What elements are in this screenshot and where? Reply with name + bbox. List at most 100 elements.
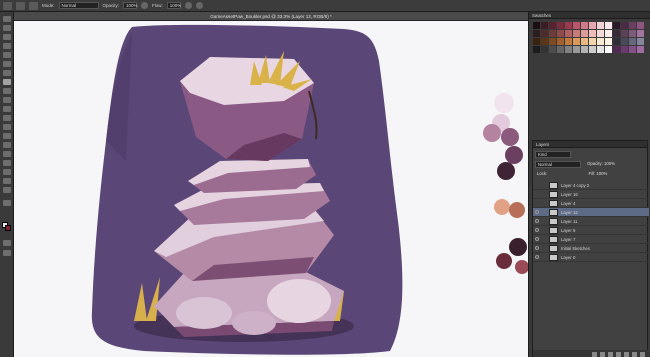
trash-icon[interactable]	[640, 352, 645, 357]
swatch-1[interactable]	[541, 22, 548, 29]
fill-input[interactable]: 100%	[596, 171, 607, 176]
swatch-32[interactable]	[565, 38, 572, 45]
swatch-13[interactable]	[637, 22, 644, 29]
eye-icon[interactable]	[535, 255, 539, 259]
link-layers-icon[interactable]	[592, 352, 597, 357]
eye-icon[interactable]	[535, 228, 539, 232]
fx-icon[interactable]	[600, 352, 605, 357]
swatch-19[interactable]	[573, 30, 580, 37]
swatch-28[interactable]	[533, 38, 540, 45]
swatch-20[interactable]	[581, 30, 588, 37]
eyedropper-tool-icon[interactable]	[3, 61, 11, 67]
swatch-55[interactable]	[637, 46, 644, 53]
flow-input[interactable]: 100%	[166, 2, 181, 9]
quick-mask-icon[interactable]	[3, 240, 11, 246]
swatch-43[interactable]	[541, 46, 548, 53]
brush-tool-icon[interactable]	[3, 79, 11, 85]
swatch-46[interactable]	[565, 46, 572, 53]
swatch-10[interactable]	[613, 22, 620, 29]
layer-opacity-input[interactable]: 100%	[604, 161, 615, 166]
background-color-swatch[interactable]	[5, 225, 11, 231]
swatch-42[interactable]	[533, 46, 540, 53]
healing-tool-icon[interactable]	[3, 70, 11, 76]
swatch-41[interactable]	[637, 38, 644, 45]
pen-tool-icon[interactable]	[3, 142, 11, 148]
swatch-48[interactable]	[581, 46, 588, 53]
swatch-53[interactable]	[621, 46, 628, 53]
type-tool-icon[interactable]	[3, 151, 11, 157]
layer-row[interactable]: Layer 7	[533, 235, 649, 244]
dodge-tool-icon[interactable]	[3, 133, 11, 139]
swatch-39[interactable]	[621, 38, 628, 45]
swatch-21[interactable]	[589, 30, 596, 37]
swatch-50[interactable]	[597, 46, 604, 53]
gradient-tool-icon[interactable]	[3, 115, 11, 121]
swatch-9[interactable]	[605, 22, 612, 29]
mode-select[interactable]: Normal	[58, 2, 99, 9]
swatch-49[interactable]	[589, 46, 596, 53]
blur-tool-icon[interactable]	[3, 124, 11, 130]
eye-icon[interactable]	[535, 246, 539, 250]
opacity-input[interactable]: 100%	[123, 2, 138, 9]
swatch-30[interactable]	[549, 38, 556, 45]
swatch-7[interactable]	[589, 22, 596, 29]
swatch-23[interactable]	[605, 30, 612, 37]
swatch-38[interactable]	[613, 38, 620, 45]
home-icon[interactable]	[3, 1, 12, 10]
swatch-37[interactable]	[605, 38, 612, 45]
history-brush-tool-icon[interactable]	[3, 97, 11, 103]
lasso-tool-icon[interactable]	[3, 34, 11, 40]
swatch-26[interactable]	[629, 30, 636, 37]
swatch-54[interactable]	[629, 46, 636, 53]
swatch-34[interactable]	[581, 38, 588, 45]
swatch-36[interactable]	[597, 38, 604, 45]
document-tab[interactable]: GameAssetPaw_Boulder.psd @ 33.3% (Layer …	[14, 12, 528, 21]
swatch-4[interactable]	[565, 22, 572, 29]
swatch-44[interactable]	[549, 46, 556, 53]
swatch-35[interactable]	[589, 38, 596, 45]
swatch-31[interactable]	[557, 38, 564, 45]
swatch-33[interactable]	[573, 38, 580, 45]
pressure-opacity-icon[interactable]	[141, 2, 149, 9]
folder-icon[interactable]	[624, 352, 629, 357]
eraser-tool-icon[interactable]	[3, 106, 11, 112]
brush-icon[interactable]	[16, 1, 25, 10]
pressure-size-icon[interactable]	[195, 2, 203, 9]
swatch-8[interactable]	[597, 22, 604, 29]
swatch-16[interactable]	[549, 30, 556, 37]
marquee-tool-icon[interactable]	[3, 25, 11, 31]
swatch-47[interactable]	[573, 46, 580, 53]
crop-tool-icon[interactable]	[3, 52, 11, 58]
airbrush-icon[interactable]	[184, 2, 192, 9]
swatch-24[interactable]	[613, 30, 620, 37]
blend-mode-select[interactable]: Normal	[535, 161, 581, 168]
edit-toolbar-icon[interactable]	[3, 200, 11, 206]
swatch-45[interactable]	[557, 46, 564, 53]
new-layer-icon[interactable]	[632, 352, 637, 357]
eye-icon[interactable]	[535, 219, 539, 223]
screen-mode-icon[interactable]	[3, 250, 11, 256]
swatch-2[interactable]	[549, 22, 556, 29]
layer-row[interactable]: Layer 11	[533, 217, 649, 226]
swatch-14[interactable]	[533, 30, 540, 37]
path-select-tool-icon[interactable]	[3, 160, 11, 166]
layer-row[interactable]: Layer 12	[533, 208, 649, 217]
swatch-52[interactable]	[613, 46, 620, 53]
layer-row[interactable]: Layer 0	[533, 253, 649, 262]
eye-icon[interactable]	[535, 210, 539, 214]
swatch-29[interactable]	[541, 38, 548, 45]
hand-tool-icon[interactable]	[3, 178, 11, 184]
layer-row[interactable]: Layer 9	[533, 226, 649, 235]
mask-icon[interactable]	[608, 352, 613, 357]
move-tool-icon[interactable]	[3, 16, 11, 22]
swatch-51[interactable]	[605, 46, 612, 53]
adjustment-icon[interactable]	[616, 352, 621, 357]
swatch-27[interactable]	[637, 30, 644, 37]
swatch-5[interactable]	[573, 22, 580, 29]
quick-select-tool-icon[interactable]	[3, 43, 11, 49]
swatch-15[interactable]	[541, 30, 548, 37]
layer-row[interactable]: Layer 16	[533, 190, 649, 199]
brush-preset-icon[interactable]	[29, 1, 38, 10]
swatch-3[interactable]	[557, 22, 564, 29]
layer-kind-filter[interactable]: Kind	[535, 151, 571, 158]
